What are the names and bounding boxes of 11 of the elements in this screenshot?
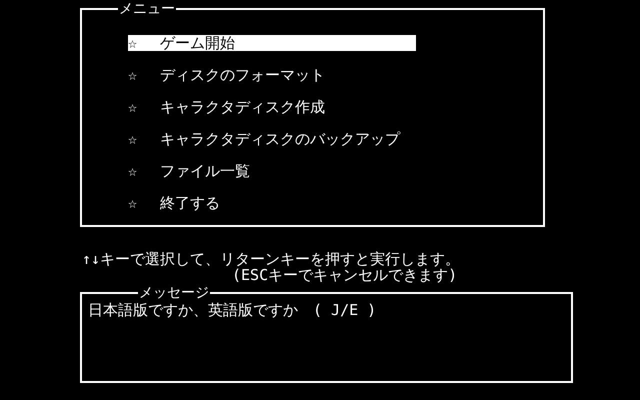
instruction-text: (ESCキーでキャンセルできます) — [232, 267, 458, 283]
message-text: 日本語版ですか、英語版ですか ( J/E ) — [87, 301, 378, 319]
menu-item[interactable]: ☆ キャラクタディスクのバックアップ — [128, 131, 416, 147]
menu-item[interactable]: ☆ ディスクのフォーマット — [128, 67, 416, 83]
instruction-text: ↑↓キーで選択して、リターンキーを押すと実行します。 — [82, 251, 462, 267]
message-title: メッセージ — [138, 285, 210, 301]
menu-title: メニュー — [118, 1, 176, 17]
menu-item[interactable]: ☆ ゲーム開始 — [128, 35, 416, 51]
menu-item[interactable]: ☆ ファイル一覧 — [128, 163, 416, 179]
menu-item[interactable]: ☆ キャラクタディスク作成 — [128, 99, 416, 115]
menu-item[interactable]: ☆ 終了する — [128, 195, 416, 211]
